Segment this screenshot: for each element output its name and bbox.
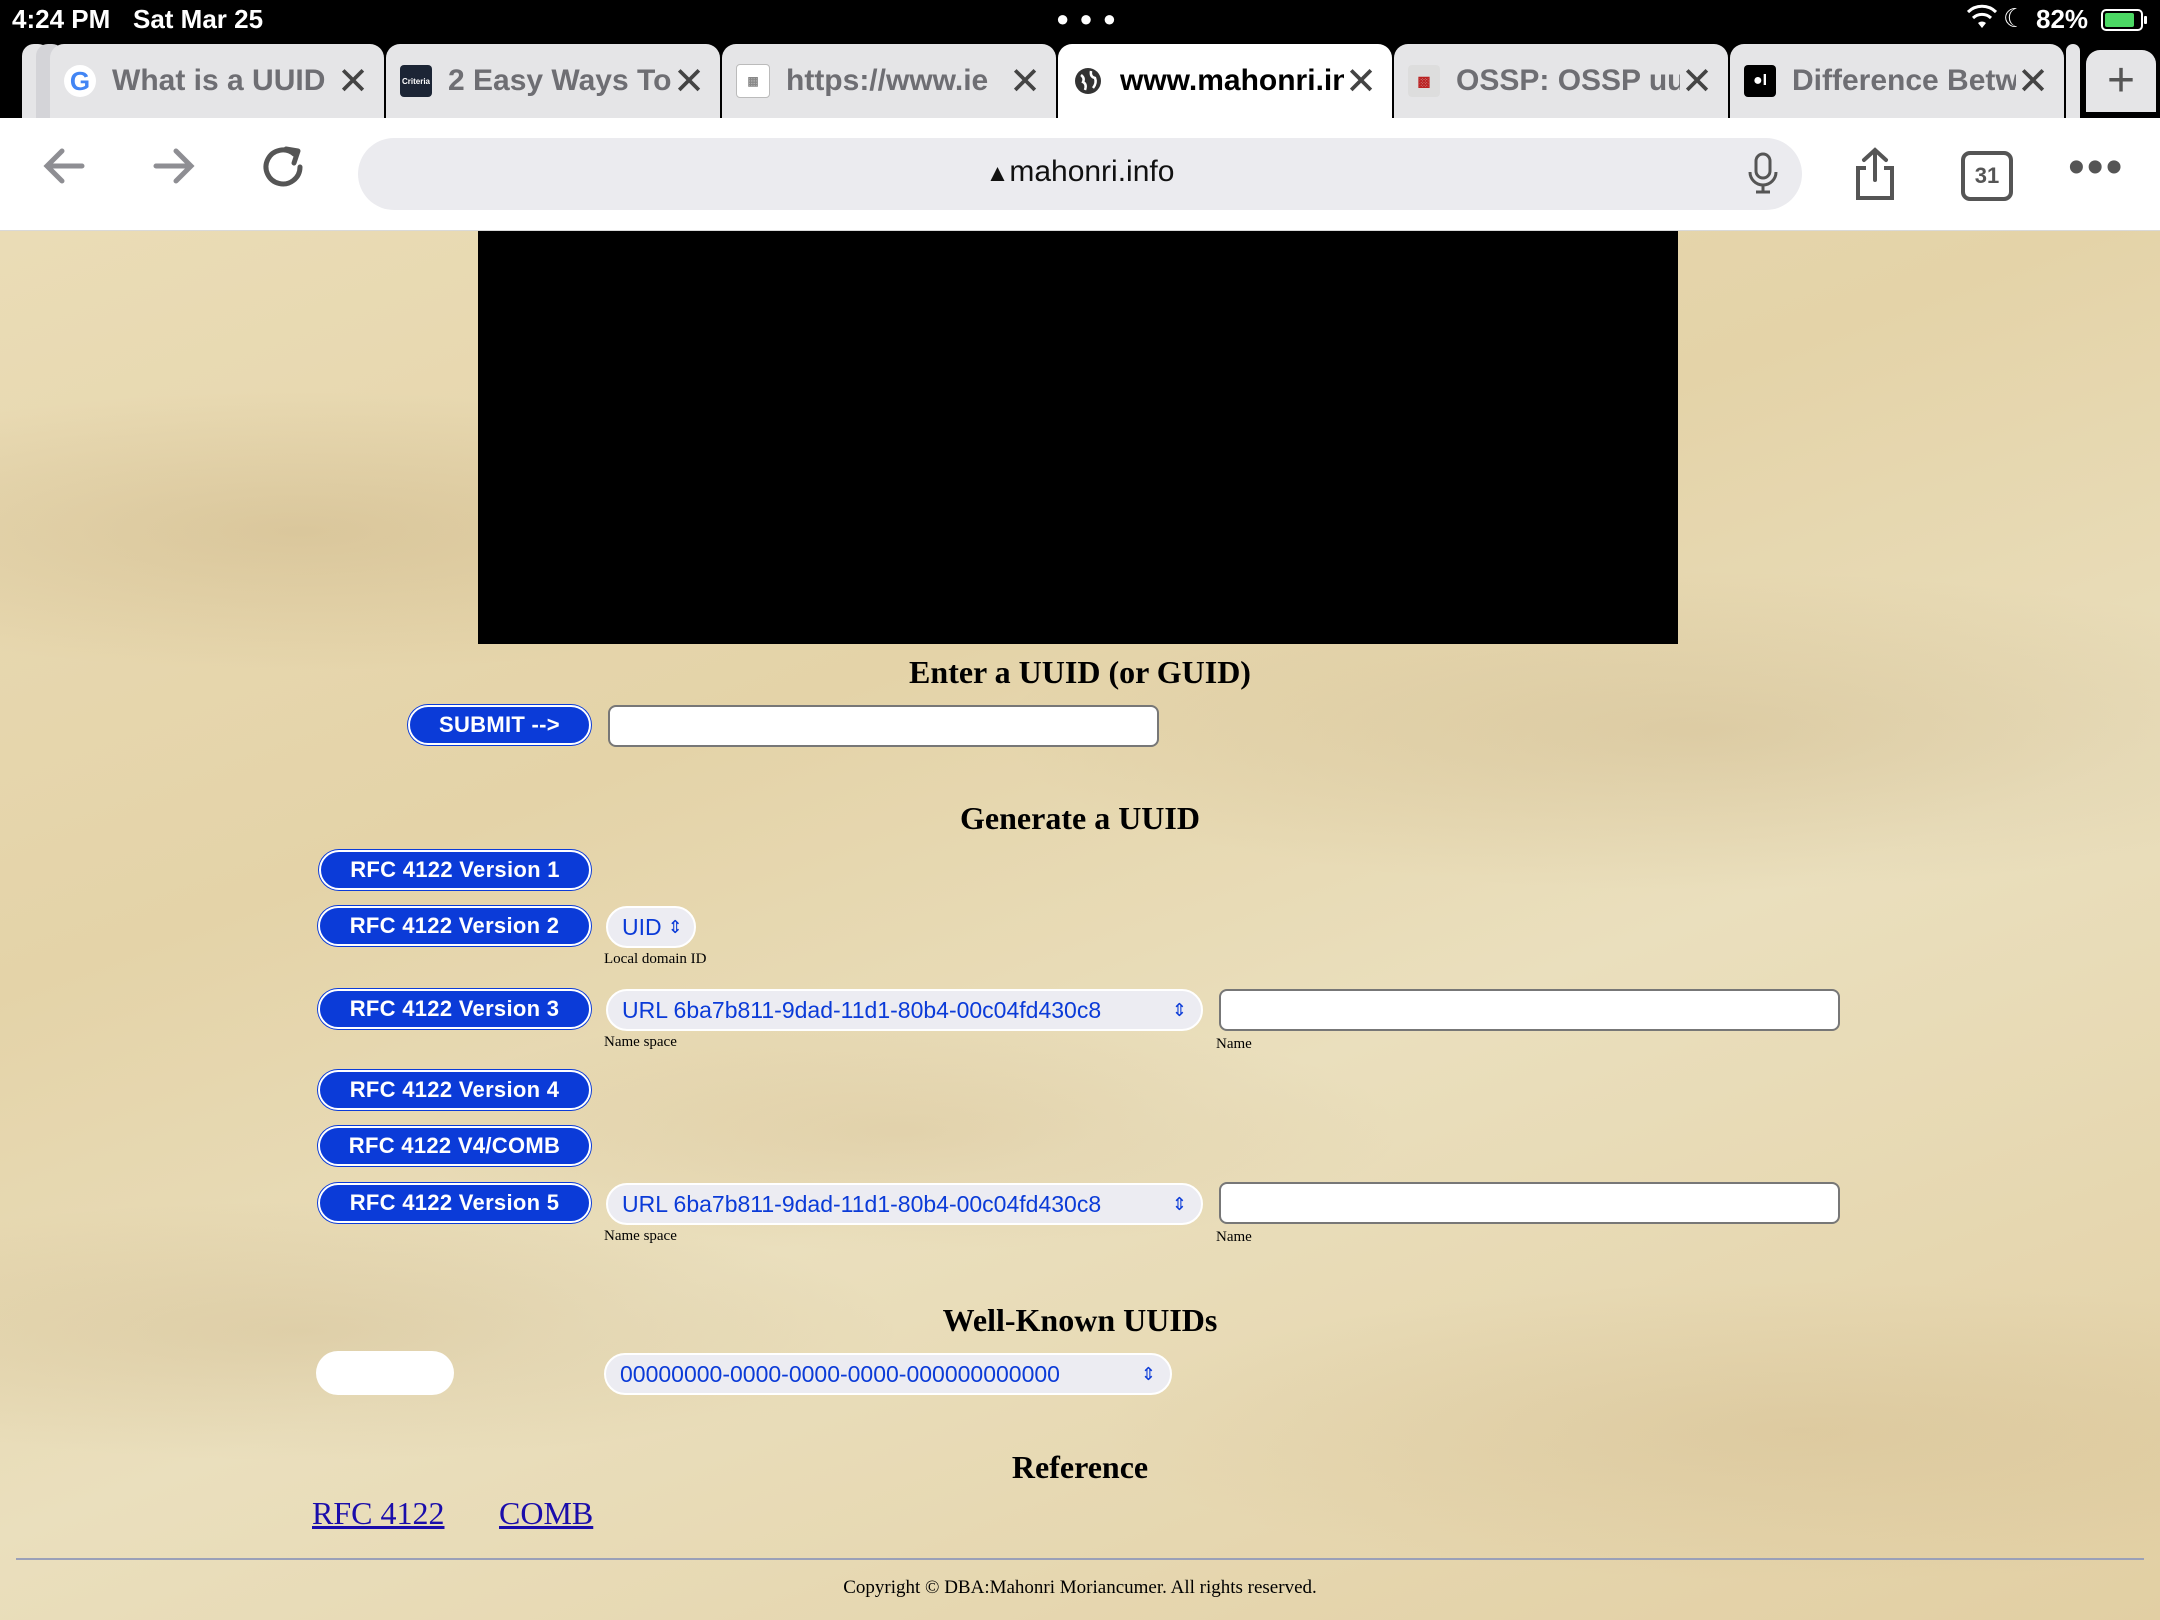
tab-title: https://www.ie xyxy=(786,64,989,97)
tab-title: 2 Easy Ways To xyxy=(448,64,672,97)
select-chevron-icon: ⇕ xyxy=(1171,1193,1187,1214)
browser-toolbar: ▲mahonri.info 31 ••• xyxy=(0,118,2160,231)
tab-title: What is a UUID xyxy=(112,64,326,97)
rfc4122-v4-comb-button[interactable]: RFC 4122 V4/COMB xyxy=(318,1126,591,1166)
share-icon[interactable] xyxy=(1850,146,1900,214)
tab-mahonri-active[interactable]: www.mahonri.info ✕ xyxy=(1058,44,1392,118)
url-text: mahonri.info xyxy=(1009,155,1175,188)
well-known-uuid-value: 00000000-0000-0000-0000-000000000000 xyxy=(620,1360,1060,1387)
battery-icon xyxy=(2101,9,2147,31)
status-time: 4:24 PM xyxy=(12,4,111,34)
copyright-text: Copyright © DBA:Mahonri Moriancumer. All… xyxy=(843,1577,1317,1598)
address-bar[interactable]: ▲mahonri.info xyxy=(358,138,1802,210)
tab-what-is-uuid[interactable]: G What is a UUID ✕ xyxy=(50,44,384,118)
v3-name-input[interactable] xyxy=(1219,989,1840,1031)
rfc4122-v3-button[interactable]: RFC 4122 Version 3 xyxy=(318,989,591,1029)
close-tab-icon[interactable]: ✕ xyxy=(672,59,706,104)
close-tab-icon[interactable]: ✕ xyxy=(1680,59,1714,104)
local-domain-select[interactable]: UID ⇕ xyxy=(606,906,696,948)
select-chevron-icon: ⇕ xyxy=(1140,1363,1156,1384)
more-options-icon[interactable]: ••• xyxy=(2068,140,2124,195)
local-domain-caption: Local domain ID xyxy=(604,951,707,967)
close-tab-icon[interactable]: ✕ xyxy=(2016,59,2050,104)
v3-name-caption: Name xyxy=(1216,1036,1252,1052)
tab-stack-edge xyxy=(2066,44,2080,118)
back-arrow-icon[interactable] xyxy=(38,140,90,205)
comb-link[interactable]: COMB xyxy=(499,1495,593,1532)
v3-namespace-value: URL 6ba7b811-9dad-11d1-80b4-00c04fd430c8 xyxy=(622,996,1102,1023)
multitasking-dots-icon[interactable]: ● ● ● xyxy=(1056,6,1118,32)
tab-count-button[interactable]: 31 xyxy=(1961,151,2013,201)
rfc4122-link[interactable]: RFC 4122 xyxy=(312,1495,444,1532)
well-known-uuids-heading: Well-Known UUIDs xyxy=(942,1302,1218,1338)
tab-2-easy-ways[interactable]: Criteria 2 Easy Ways To ✕ xyxy=(386,44,720,118)
new-tab-plus-icon[interactable]: + xyxy=(2086,50,2156,112)
v3-namespace-caption: Name space xyxy=(604,1034,677,1050)
reference-heading: Reference xyxy=(1011,1449,1149,1485)
v5-namespace-select[interactable]: URL 6ba7b811-9dad-11d1-80b4-00c04fd430c8… xyxy=(606,1183,1203,1225)
ossp-site-icon: ▩ xyxy=(1408,65,1440,97)
close-tab-icon[interactable]: ✕ xyxy=(336,59,370,104)
tab-title: Difference Betw xyxy=(1792,64,2016,97)
tab-https-www-ie[interactable]: ▦ https://www.ie ✕ xyxy=(722,44,1056,118)
google-icon: G xyxy=(64,65,96,97)
do-not-disturb-moon-icon: ☾ xyxy=(2003,3,2027,33)
v5-name-input[interactable] xyxy=(1219,1182,1840,1224)
microphone-icon[interactable] xyxy=(1746,152,1780,203)
globe-icon xyxy=(1072,65,1104,97)
tab-bar: G What is a UUID ✕ Criteria 2 Easy Ways … xyxy=(0,40,2160,118)
status-bar: 4:24 PM Sat Mar 25 ● ● ● ☾ 82% xyxy=(0,0,2160,40)
well-known-uuid-select[interactable]: 00000000-0000-0000-0000-000000000000 ⇕ xyxy=(604,1353,1172,1395)
close-tab-icon[interactable]: ✕ xyxy=(1008,59,1042,104)
footer-divider xyxy=(16,1558,2144,1560)
select-chevron-icon: ⇕ xyxy=(1171,999,1187,1020)
v3-namespace-select[interactable]: URL 6ba7b811-9dad-11d1-80b4-00c04fd430c8… xyxy=(606,989,1203,1031)
rfc4122-v5-button[interactable]: RFC 4122 Version 5 xyxy=(318,1183,591,1223)
well-known-action-button[interactable] xyxy=(316,1351,454,1395)
submit-button[interactable]: SUBMIT --> xyxy=(408,705,591,745)
rfc4122-v1-button[interactable]: RFC 4122 Version 1 xyxy=(319,850,591,890)
medium-icon: ●I xyxy=(1744,65,1776,97)
web-page: Enter a UUID (or GUID) SUBMIT --> Genera… xyxy=(0,231,2160,1620)
generate-uuid-heading: Generate a UUID xyxy=(960,800,1200,836)
wifi-icon xyxy=(1966,4,1998,37)
tab-difference-between[interactable]: ●I Difference Betw ✕ xyxy=(1730,44,2064,118)
battery-percent: 82% xyxy=(2036,4,2089,34)
uuid-input[interactable] xyxy=(608,705,1159,747)
not-secure-warning-icon: ▲ xyxy=(985,160,1010,187)
v5-namespace-caption: Name space xyxy=(604,1228,677,1244)
select-chevron-icon: ⇕ xyxy=(667,916,683,937)
status-date: Sat Mar 25 xyxy=(133,4,264,34)
tab-title: OSSP: OSSP uuid xyxy=(1456,64,1680,97)
enter-uuid-heading: Enter a UUID (or GUID) xyxy=(909,654,1251,690)
criteria-site-icon: Criteria xyxy=(400,65,432,97)
local-domain-value: UID xyxy=(622,913,662,940)
tab-title: www.mahonri.info xyxy=(1120,64,1344,97)
site-image-icon: ▦ xyxy=(736,64,770,98)
tab-ossp[interactable]: ▩ OSSP: OSSP uuid ✕ xyxy=(1394,44,1728,118)
video-embed[interactable] xyxy=(478,231,1678,644)
rfc4122-v4-button[interactable]: RFC 4122 Version 4 xyxy=(318,1070,591,1110)
v5-namespace-value: URL 6ba7b811-9dad-11d1-80b4-00c04fd430c8 xyxy=(622,1190,1102,1217)
rfc4122-v2-button[interactable]: RFC 4122 Version 2 xyxy=(318,906,591,946)
v5-name-caption: Name xyxy=(1216,1229,1252,1245)
forward-arrow-icon[interactable] xyxy=(148,140,200,205)
address-url[interactable]: ▲mahonri.info xyxy=(358,155,1802,189)
reload-icon[interactable] xyxy=(256,140,310,207)
close-tab-icon[interactable]: ✕ xyxy=(1344,59,1378,104)
